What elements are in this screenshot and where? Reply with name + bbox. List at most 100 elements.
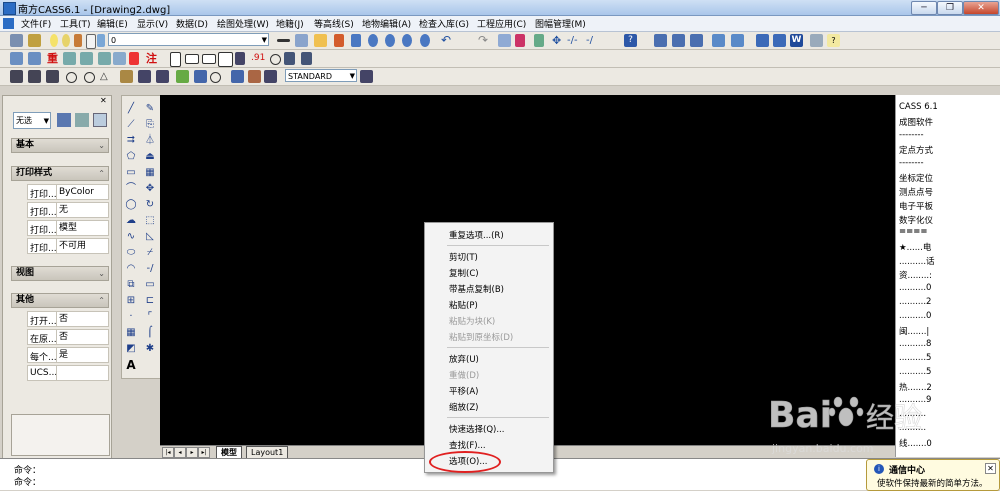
redo-icon[interactable]: ↷ [478,34,491,47]
word-icon[interactable]: W [790,34,803,47]
rectangle-icon[interactable]: ▭ [124,166,138,180]
tool-icon-c[interactable] [98,52,111,65]
extend-tool-icon[interactable]: -/ [143,262,157,276]
menu-item-quick-select[interactable]: 快速选择(Q)... [449,423,504,435]
label-zhu[interactable]: 注 [146,52,159,65]
make-current-icon[interactable] [277,39,290,42]
menu-item-copy[interactable]: 复制(C) [449,267,479,279]
property-row[interactable]: UCS... [27,365,109,381]
select-filter-icon[interactable] [28,52,41,65]
properties-icon[interactable] [498,34,511,47]
menu-item-pan[interactable]: 平移(A) [449,385,478,397]
menu-item-repeat[interactable]: 重复选项...(R) [449,229,504,241]
restore-button[interactable]: ❐ [937,1,963,15]
stretch-icon[interactable]: ◺ [143,230,157,244]
multiline-text-icon[interactable]: A [124,358,138,372]
menu-data[interactable]: 数据(D) [176,17,208,30]
point-icon[interactable]: · [124,310,138,324]
zoom-out-icon[interactable] [420,34,430,47]
pan-icon[interactable] [351,34,361,47]
dim-angle-icon[interactable]: △ [100,70,113,83]
plot-icon[interactable] [97,34,105,47]
insert-block-icon[interactable]: ⧉ [124,278,138,292]
tolerance-icon[interactable] [176,70,189,83]
select-icon[interactable] [10,52,23,65]
match-icon[interactable] [515,34,525,47]
label-91[interactable]: .91 [251,52,269,65]
polyline-icon[interactable]: ⮆ [124,134,138,148]
break-at-icon[interactable]: ⊏ [143,294,157,308]
dim-diameter-icon[interactable] [84,72,95,83]
screen-menu-item[interactable]: 数字化仪 [899,214,933,226]
grid-icon[interactable] [756,34,769,47]
label-zhong[interactable]: 重 [47,52,60,65]
prev-tab-icon[interactable]: ◂ [174,447,186,458]
trim-tool-icon[interactable]: ⌿ [143,246,157,260]
table-icon[interactable] [773,34,786,47]
menu-tools[interactable]: 工具(T) [60,17,91,30]
polygon-icon[interactable]: ⬠ [124,150,138,164]
minimize-button[interactable]: ─ [911,1,937,15]
copy-tool-icon[interactable]: ⎘ [143,118,157,132]
menu-item-cut[interactable]: 剪切(T) [449,251,478,263]
dim-radius-icon[interactable] [66,72,77,83]
layer-manager-icon[interactable] [10,34,23,47]
help-icon[interactable]: ? [624,34,637,47]
open-icon[interactable] [314,34,327,47]
zoom-window-icon[interactable] [385,34,395,47]
close-button[interactable]: ✕ [963,1,999,15]
color-swatch-icon[interactable] [86,34,96,49]
menu-item-undo[interactable]: 放弃(U) [449,353,479,365]
notification-balloon[interactable]: i 通信中心 使软件保持最新的简单方法。 ✕ [866,459,1000,491]
section-print-style[interactable]: 打印样式 ⌃ [11,166,109,181]
make-block-icon[interactable]: ⊞ [124,294,138,308]
property-row[interactable]: 打印... ByColor [27,184,109,200]
property-row[interactable]: 打印... 无 [27,202,109,218]
sheet-icon-1[interactable] [654,34,667,47]
section-basic[interactable]: 基本 ⌄ [11,138,109,153]
section-view[interactable]: 视图 ⌄ [11,266,109,281]
menu-file[interactable]: 文件(F) [21,17,51,30]
section-other[interactable]: 其他 ⌃ [11,293,109,308]
menu-item-find[interactable]: 查找(F)... [449,439,486,451]
menu-sheet-manage[interactable]: 图幅管理(M) [535,17,586,30]
sheet-icon-2[interactable] [672,34,685,47]
menu-engineering[interactable]: 工程应用(C) [477,17,526,30]
lock-icon[interactable] [74,34,82,47]
tool-icon-e[interactable] [129,52,139,65]
revcloud-icon[interactable]: ☁ [124,214,138,228]
dim-text-edit-icon[interactable] [248,70,261,83]
rotate-icon[interactable]: ↻ [143,198,157,212]
fillet-icon[interactable]: ⌠ [143,326,157,340]
tool-icon-a[interactable] [63,52,76,65]
tool-icon-g[interactable] [284,52,295,65]
close-icon[interactable]: ✕ [100,96,107,105]
tool-icon-b[interactable] [80,52,93,65]
zoom-realtime-icon[interactable] [368,34,378,47]
menu-item-paste[interactable]: 粘贴(P) [449,299,478,311]
menu-drawing-process[interactable]: 绘图处理(W) [217,17,269,30]
ray-icon[interactable]: ⟋ [124,118,138,132]
scale-icon[interactable]: ⬚ [143,214,157,228]
screen-menu-item[interactable]: 测点点号 [899,186,933,198]
break-icon[interactable]: ▭ [143,278,157,292]
help-small-icon[interactable]: ? [827,34,840,47]
export-icon[interactable] [810,34,823,47]
dim-aligned-icon[interactable] [28,70,41,83]
data-icon-2[interactable] [731,34,744,47]
undo-icon[interactable]: ↶ [441,34,454,47]
last-tab-icon[interactable]: ▸| [198,447,210,458]
property-row[interactable]: 打开... 否 [27,311,109,327]
layer-state-icon[interactable] [28,34,41,47]
spline-icon[interactable]: ∿ [124,230,138,244]
chamfer-icon[interactable]: ⌜ [143,310,157,324]
screen-menu-item[interactable]: CASS 6.1 [899,102,938,112]
property-row[interactable]: 在原... 否 [27,329,109,345]
data-icon-1[interactable] [712,34,725,47]
property-row[interactable]: 打印... 不可用 [27,238,109,254]
dim-linear-icon[interactable] [10,70,23,83]
explode-icon[interactable]: ✱ [143,342,157,356]
erase-tool-icon[interactable]: ✎ [143,102,157,116]
extend-icon[interactable]: -/ [586,34,599,47]
sun-icon[interactable] [62,34,70,47]
